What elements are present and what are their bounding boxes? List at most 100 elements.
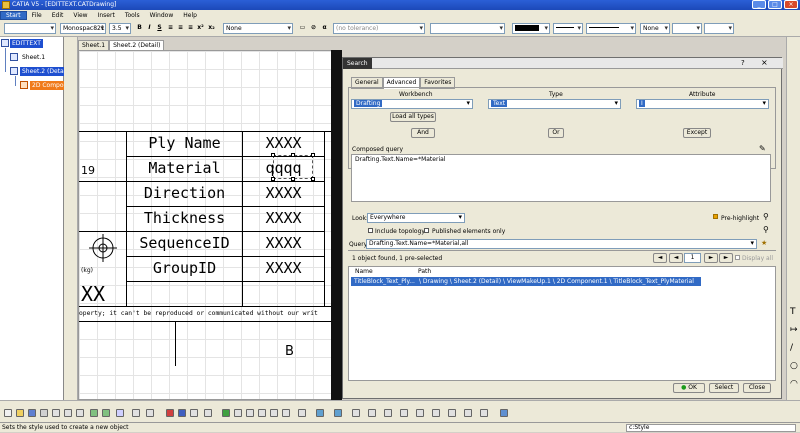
edit-query-icon[interactable]: ✎ <box>759 144 766 153</box>
menu-start[interactable]: Start <box>0 10 27 20</box>
query-select[interactable]: Drafting.Text.Name=*Material,all <box>366 239 757 249</box>
formula-icon[interactable] <box>132 409 140 417</box>
snap-icon[interactable] <box>204 409 212 417</box>
tool-icon[interactable] <box>448 409 456 417</box>
underline-button[interactable]: S <box>155 23 164 33</box>
fit-all-icon[interactable] <box>270 409 278 417</box>
frame-icon[interactable]: ▭ <box>298 23 307 33</box>
print-icon[interactable] <box>40 409 48 417</box>
tree-sheet1[interactable]: Sheet.1 <box>20 53 47 62</box>
arc-icon[interactable]: ◠ <box>790 379 798 389</box>
select-button[interactable]: Select <box>709 383 739 393</box>
cut-icon[interactable] <box>52 409 60 417</box>
copy-icon[interactable] <box>64 409 72 417</box>
menu-insert[interactable]: Insert <box>93 12 120 19</box>
zoom-in-icon[interactable] <box>246 409 254 417</box>
close-button[interactable]: Close <box>743 383 771 393</box>
or-button[interactable]: Or <box>548 128 564 138</box>
pan-icon[interactable] <box>222 409 230 417</box>
prev-button[interactable]: ◄ <box>669 253 683 263</box>
composed-query-field[interactable]: Drafting.Text.Name=*Material <box>351 154 771 202</box>
line-icon[interactable]: / <box>790 343 793 353</box>
except-button[interactable]: Except <box>683 128 711 138</box>
align-right-icon[interactable]: ≡ <box>186 23 195 33</box>
tool-icon[interactable] <box>464 409 472 417</box>
and-button[interactable]: And <box>411 128 435 138</box>
prehighlight-checkbox[interactable] <box>713 214 718 219</box>
redo-icon[interactable] <box>102 409 110 417</box>
tolerance-value-combo[interactable] <box>430 23 505 34</box>
font-name-combo[interactable]: Monospac821 <box>60 23 106 34</box>
menu-tools[interactable]: Tools <box>120 12 145 19</box>
dimension-tool-icon[interactable] <box>352 409 360 417</box>
tool-icon[interactable] <box>500 409 508 417</box>
search-binoculars-icon[interactable]: ⚲ <box>763 212 769 221</box>
attribute-select[interactable]: I <box>636 99 769 109</box>
tool-icon[interactable] <box>368 409 376 417</box>
text-icon[interactable]: T <box>790 307 796 317</box>
menu-file[interactable]: File <box>27 12 47 19</box>
prev-page-button[interactable]: ◄ <box>653 253 667 263</box>
maximize-button[interactable]: □ <box>768 0 782 9</box>
help-icon[interactable]: ? <box>741 59 745 67</box>
open-icon[interactable] <box>16 409 24 417</box>
menu-help[interactable]: Help <box>178 12 202 19</box>
tool-icon[interactable] <box>400 409 408 417</box>
analysis-icon[interactable] <box>316 409 324 417</box>
align-left-icon[interactable]: ≡ <box>166 23 175 33</box>
undo-icon[interactable] <box>90 409 98 417</box>
line-end-combo[interactable]: None <box>640 23 670 34</box>
next-page-button[interactable]: ► <box>719 253 733 263</box>
subscript-icon[interactable]: x₂ <box>207 23 216 33</box>
ok-button[interactable]: ● OK <box>673 383 705 393</box>
grid-icon[interactable] <box>190 409 198 417</box>
paste-icon[interactable] <box>76 409 84 417</box>
font-size-combo[interactable]: 3.5 <box>109 23 131 34</box>
tree-root[interactable]: EDITTEXT <box>10 39 43 48</box>
save-icon[interactable] <box>28 409 36 417</box>
favorite-icon[interactable]: ★ <box>761 239 767 247</box>
superscript-icon[interactable]: x² <box>196 23 205 33</box>
line-type-combo[interactable] <box>553 23 583 34</box>
value-sequenceid[interactable]: XXXX <box>243 231 324 256</box>
ref-icon[interactable]: α <box>320 23 329 33</box>
normal-view-icon[interactable] <box>282 409 290 417</box>
published-only-checkbox[interactable] <box>424 228 429 233</box>
circle-icon[interactable]: ○ <box>790 361 798 371</box>
search-binoculars-icon[interactable]: ⚲ <box>763 225 769 234</box>
page-number-field[interactable]: 1 <box>684 253 701 263</box>
align-center-icon[interactable]: ≡ <box>176 23 185 33</box>
tolerance-combo[interactable]: (no tolerance) <box>333 23 425 34</box>
value-groupid[interactable]: XXXX <box>243 256 324 281</box>
new-icon[interactable] <box>4 409 12 417</box>
drawing-canvas[interactable]: Ply Name Material Direction Thickness Se… <box>78 50 342 400</box>
tool-icon[interactable] <box>416 409 424 417</box>
command-input[interactable]: c:Style <box>626 424 796 432</box>
line-thickness-combo[interactable] <box>586 23 636 34</box>
anchor-combo[interactable]: None <box>223 23 293 34</box>
whats-this-icon[interactable] <box>116 409 124 417</box>
close-window-button[interactable]: × <box>784 0 798 9</box>
workbench-select[interactable]: Drafting <box>351 99 473 109</box>
menu-edit[interactable]: Edit <box>47 12 69 19</box>
pattern-combo[interactable] <box>672 23 702 34</box>
hide-show-icon[interactable] <box>298 409 306 417</box>
style-combo[interactable] <box>4 23 56 34</box>
knowledge-icon[interactable] <box>146 409 154 417</box>
tool-icon[interactable] <box>384 409 392 417</box>
menu-view[interactable]: View <box>68 12 92 19</box>
load-all-types-button[interactable]: Load all types <box>390 112 436 122</box>
dimension-icon[interactable]: ↦ <box>790 325 798 335</box>
menu-window[interactable]: Window <box>145 12 179 19</box>
tab-sheet2[interactable]: Sheet.2 (Detail) <box>109 40 165 50</box>
value-direction[interactable]: XXXX <box>243 181 324 206</box>
generate-icon[interactable] <box>334 409 342 417</box>
zoom-out-icon[interactable] <box>258 409 266 417</box>
view-icon[interactable] <box>178 409 186 417</box>
symbol-icon[interactable]: ⊘ <box>309 23 318 33</box>
tool-icon[interactable] <box>432 409 440 417</box>
italic-button[interactable]: I <box>145 23 154 33</box>
minimize-button[interactable]: _ <box>752 0 766 9</box>
tool-icon[interactable] <box>480 409 488 417</box>
value-thickness[interactable]: XXXX <box>243 206 324 231</box>
